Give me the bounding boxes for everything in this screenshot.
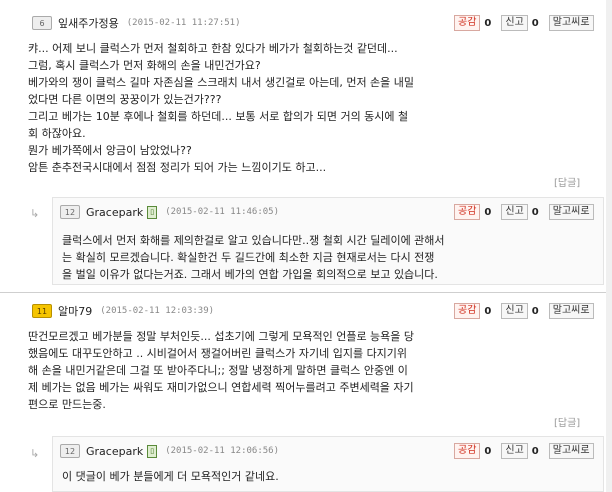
block-button[interactable]: 말고씨로 [548, 443, 594, 459]
report-button[interactable]: 신고 [501, 204, 528, 220]
comment-divider [0, 292, 612, 293]
comment-actions: 공감 0 신고 0 말고씨로 [454, 15, 594, 31]
report-count: 0 [531, 445, 539, 457]
report-count: 0 [531, 206, 539, 218]
block-button[interactable]: 말고씨로 [548, 303, 594, 319]
like-count: 0 [484, 305, 492, 317]
reply-date: (2015-02-11 11:46:05) [165, 207, 280, 217]
reply-author[interactable]: Gracepark [86, 206, 143, 219]
like-count: 0 [484, 17, 492, 29]
report-count: 0 [531, 17, 539, 29]
reply-link[interactable]: [답글] [554, 174, 580, 189]
report-button[interactable]: 신고 [501, 303, 528, 319]
like-count: 0 [484, 206, 492, 218]
level-icon: 12 [60, 444, 80, 458]
level-icon: 6 [32, 16, 52, 30]
like-button[interactable]: 공감 [454, 204, 481, 220]
reply-author[interactable]: Gracepark [86, 445, 143, 458]
like-button[interactable]: 공감 [454, 443, 481, 459]
level-icon: 11 [32, 304, 52, 318]
reply-date: (2015-02-11 12:06:56) [165, 446, 280, 456]
reply-arrow-icon: ↳ [30, 207, 40, 220]
like-button[interactable]: 공감 [454, 15, 481, 31]
reply-actions: 공감 0 신고 0 말고씨로 [454, 443, 594, 459]
like-count: 0 [484, 445, 492, 457]
comment-date: (2015-02-11 11:27:51) [126, 18, 241, 28]
mobile-icon: ▯ [147, 205, 158, 219]
scrollbar[interactable] [606, 0, 612, 492]
mobile-icon: ▯ [147, 444, 158, 458]
reply-header: 12 Gracepark ▯ (2015-02-11 12:06:56) [60, 442, 279, 460]
reply-header: 12 Gracepark ▯ (2015-02-11 11:46:05) [60, 203, 279, 221]
comment-body: 딴건모르겠고 베가분들 정말 부처인듯... 섭초기에 그렇게 모욕적인 언플로… [28, 330, 415, 411]
report-button[interactable]: 신고 [501, 443, 528, 459]
block-button[interactable]: 말고씨로 [548, 15, 594, 31]
comment-header: 11 알마79 (2015-02-11 12:03:39) [32, 302, 214, 320]
reply-actions: 공감 0 신고 0 말고씨로 [454, 204, 594, 220]
like-button[interactable]: 공감 [454, 303, 481, 319]
comment-author[interactable]: 잎새주가정용 [58, 15, 119, 31]
comment-date: (2015-02-11 12:03:39) [100, 306, 215, 316]
comment-header: 6 잎새주가정용 (2015-02-11 11:27:51) [32, 14, 241, 32]
reply-body: 이 댓글이 베가 분들에게 더 모욕적인거 같네요. [62, 470, 279, 483]
reply-body: 클럭스에서 먼저 화해를 제의한걸로 알고 있습니다만..쟁 철회 시간 딜레이… [62, 234, 445, 281]
reply-link[interactable]: [답글] [554, 414, 580, 429]
report-button[interactable]: 신고 [501, 15, 528, 31]
comment-author[interactable]: 알마79 [58, 303, 92, 319]
level-icon: 12 [60, 205, 80, 219]
comment-body: 캬... 어제 보니 클럭스가 먼저 철회하고 한참 있다가 베가가 철회하는것… [28, 42, 415, 174]
block-button[interactable]: 말고씨로 [548, 204, 594, 220]
report-count: 0 [531, 305, 539, 317]
comment-actions: 공감 0 신고 0 말고씨로 [454, 303, 594, 319]
reply-arrow-icon: ↳ [30, 447, 40, 460]
